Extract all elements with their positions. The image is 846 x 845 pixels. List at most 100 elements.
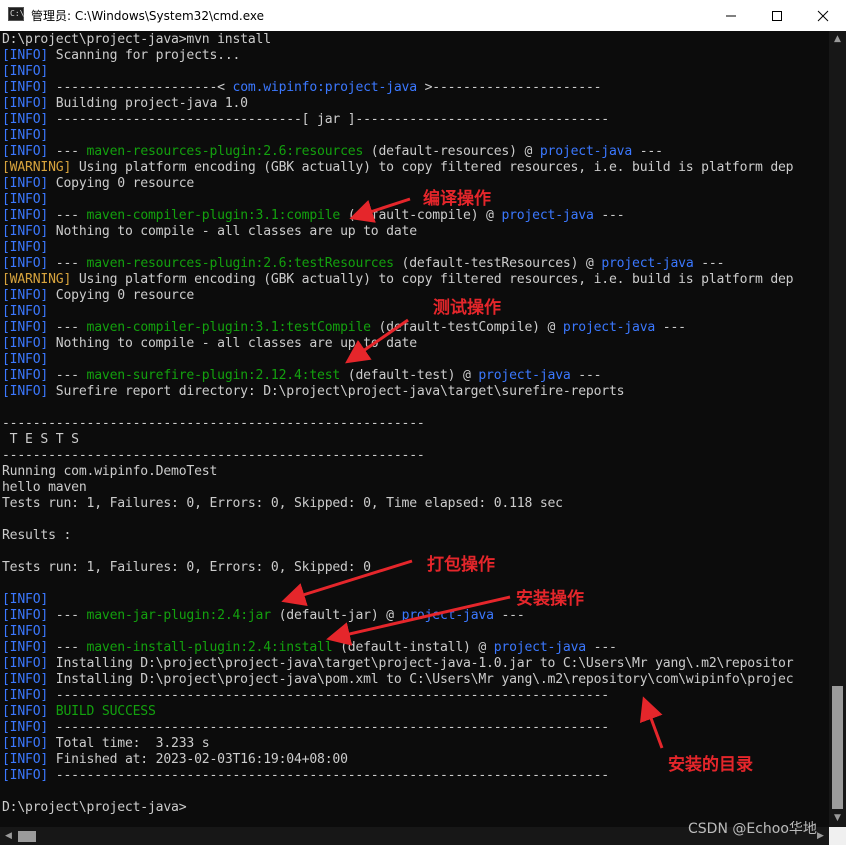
console-text-segment: ---: [585, 640, 617, 655]
console-text-segment: Finished at: 2023-02-03T16:19:04+08:00: [48, 752, 348, 767]
console-line: [INFO] BUILD SUCCESS: [2, 704, 156, 720]
console-line: [INFO] --- maven-jar-plugin:2.4:jar (def…: [2, 608, 525, 624]
console-text-segment: Using platform encoding (GBK actually) t…: [71, 160, 794, 175]
scroll-down-arrow-icon[interactable]: ▼: [829, 810, 846, 827]
console-text-segment: >----------------------: [416, 80, 602, 95]
console-line: [INFO] --- maven-resources-plugin:2.6:re…: [2, 144, 663, 160]
console-text-segment: (default-jar) @: [270, 608, 402, 623]
console-text-segment: maven-surefire-plugin:2.12.4:test: [86, 368, 341, 383]
console-line: [INFO] ---------------------< com.wipinf…: [2, 80, 602, 96]
console-line: ----------------------------------------…: [2, 416, 425, 432]
console-text-segment: [INFO]: [2, 608, 49, 623]
console-text-segment: [INFO]: [2, 112, 49, 127]
console-text-segment: [INFO]: [2, 64, 49, 79]
console-text-segment: ---------------------<: [48, 80, 233, 95]
console-line: Results :: [2, 528, 71, 544]
console-line: [INFO]: [2, 352, 48, 368]
annotation-compile: 编译操作: [423, 189, 491, 209]
console-text-segment: Total time: 3.233 s: [48, 736, 210, 751]
console-text-segment: D:\project\project-java>mvn install: [2, 32, 271, 47]
console-text-segment: ---: [48, 208, 87, 223]
console-text-segment: [INFO]: [2, 368, 49, 383]
console-text-segment: [INFO]: [2, 640, 49, 655]
console-line: [INFO]: [2, 624, 48, 640]
console-text-segment: ---: [48, 368, 87, 383]
console-text-segment: [INFO]: [2, 256, 49, 271]
console-text-segment: Surefire report directory: D:\project\pr…: [48, 384, 625, 399]
console-line: [INFO] ---------------------------------…: [2, 768, 609, 784]
minimize-button[interactable]: [708, 0, 754, 31]
vertical-scroll-thumb[interactable]: [832, 686, 843, 809]
console-text-segment: [INFO]: [2, 192, 49, 207]
annotation-test: 测试操作: [433, 298, 501, 318]
console-line: [INFO] Installing D:\project\project-jav…: [2, 656, 794, 672]
console-text-segment: [INFO]: [2, 224, 49, 239]
close-button[interactable]: [800, 0, 846, 31]
console-text-segment: project-java: [539, 144, 633, 159]
console-output[interactable]: D:\project\project-java>mvn install [INFO…: [0, 31, 829, 827]
vertical-scrollbar[interactable]: ▲ ▼: [829, 31, 846, 827]
console-line: [INFO] Finished at: 2023-02-03T16:19:04+…: [2, 752, 348, 768]
console-text-segment: [INFO]: [2, 624, 49, 639]
console-line: [WARNING] Using platform encoding (GBK a…: [2, 272, 794, 288]
scroll-up-arrow-icon[interactable]: ▲: [829, 31, 846, 48]
console-text-segment: [INFO]: [2, 176, 49, 191]
console-text-segment: project-java: [401, 608, 494, 623]
console-text-segment: hello maven: [2, 480, 87, 495]
console-line: ----------------------------------------…: [2, 448, 425, 464]
console-text-segment: ---: [632, 144, 663, 159]
console-line: [INFO] Surefire report directory: D:\pro…: [2, 384, 625, 400]
console-text-segment: Tests run: 1, Failures: 0, Errors: 0, Sk…: [2, 560, 371, 575]
console-text-segment: ---: [593, 208, 625, 223]
console-line: Tests run: 1, Failures: 0, Errors: 0, Sk…: [2, 496, 563, 512]
console-text-segment: [INFO]: [2, 704, 49, 719]
console-text-segment: [INFO]: [2, 352, 49, 367]
maximize-icon: [772, 10, 782, 21]
scroll-left-arrow-icon[interactable]: ◀: [0, 827, 17, 845]
horizontal-scroll-thumb[interactable]: [18, 831, 36, 842]
console-text-segment: project-java: [501, 208, 594, 223]
console-line: Running com.wipinfo.DemoTest: [2, 464, 217, 480]
console-text-segment: D:\project\project-java>: [2, 800, 187, 815]
console-line: Tests run: 1, Failures: 0, Errors: 0, Sk…: [2, 560, 371, 576]
console-text-segment: com.wipinfo:project-java: [232, 80, 418, 95]
close-icon: [817, 10, 829, 21]
console-text-segment: [INFO]: [2, 656, 49, 671]
console-text-segment: Tests run: 1, Failures: 0, Errors: 0, Sk…: [2, 496, 563, 511]
console-text-segment: Nothing to compile - all classes are up …: [48, 224, 417, 239]
console-text-segment: ---: [48, 320, 87, 335]
console-text-segment: [INFO]: [2, 144, 49, 159]
console-text-segment: [INFO]: [2, 208, 49, 223]
console-text-segment: ----------------------------------------…: [48, 720, 609, 735]
console-line: [INFO] Total time: 3.233 s: [2, 736, 210, 752]
console-text-segment: Results :: [2, 528, 72, 543]
console-text-segment: [INFO]: [2, 720, 49, 735]
console-line: [INFO]: [2, 240, 48, 256]
maximize-button[interactable]: [754, 0, 800, 31]
console-text-segment: ----------------------------------------…: [48, 768, 609, 783]
minimize-icon: [726, 15, 736, 16]
title-bar[interactable]: C:\ 管理员: C:\Windows\System32\cmd.exe: [0, 0, 846, 31]
console-line: [INFO] Building project-java 1.0: [2, 96, 248, 112]
console-line: D:\project\project-java>: [2, 800, 187, 816]
console-text-segment: ---: [655, 320, 686, 335]
console-text-segment: [INFO]: [2, 672, 49, 687]
console-text-segment: [INFO]: [2, 304, 49, 319]
console-text-segment: ----------------------------------------…: [48, 688, 609, 703]
console-line: D:\project\project-java>mvn install: [2, 32, 271, 48]
console-text-segment: ---: [570, 368, 602, 383]
console-text-segment: [INFO]: [2, 336, 49, 351]
console-text-segment: maven-compiler-plugin:3.1:compile: [86, 208, 341, 223]
console-line: [INFO] Copying 0 resource: [2, 176, 194, 192]
cmd-window: C:\ 管理员: C:\Windows\System32\cmd.exe D:\…: [0, 0, 846, 845]
scrollbar-corner: [829, 827, 846, 845]
console-text-segment: maven-install-plugin:2.4:install: [86, 640, 333, 655]
console-text-segment: [INFO]: [2, 736, 49, 751]
console-text-segment: Building project-java 1.0: [48, 96, 248, 111]
console-line: [INFO] Copying 0 resource: [2, 288, 194, 304]
console-text-segment: BUILD SUCCESS: [48, 704, 156, 719]
console-line: [INFO] Nothing to compile - all classes …: [2, 224, 417, 240]
console-text-segment: project-java: [601, 256, 694, 271]
console-text-segment: Copying 0 resource: [48, 288, 195, 303]
console-text-segment: ---: [48, 640, 87, 655]
